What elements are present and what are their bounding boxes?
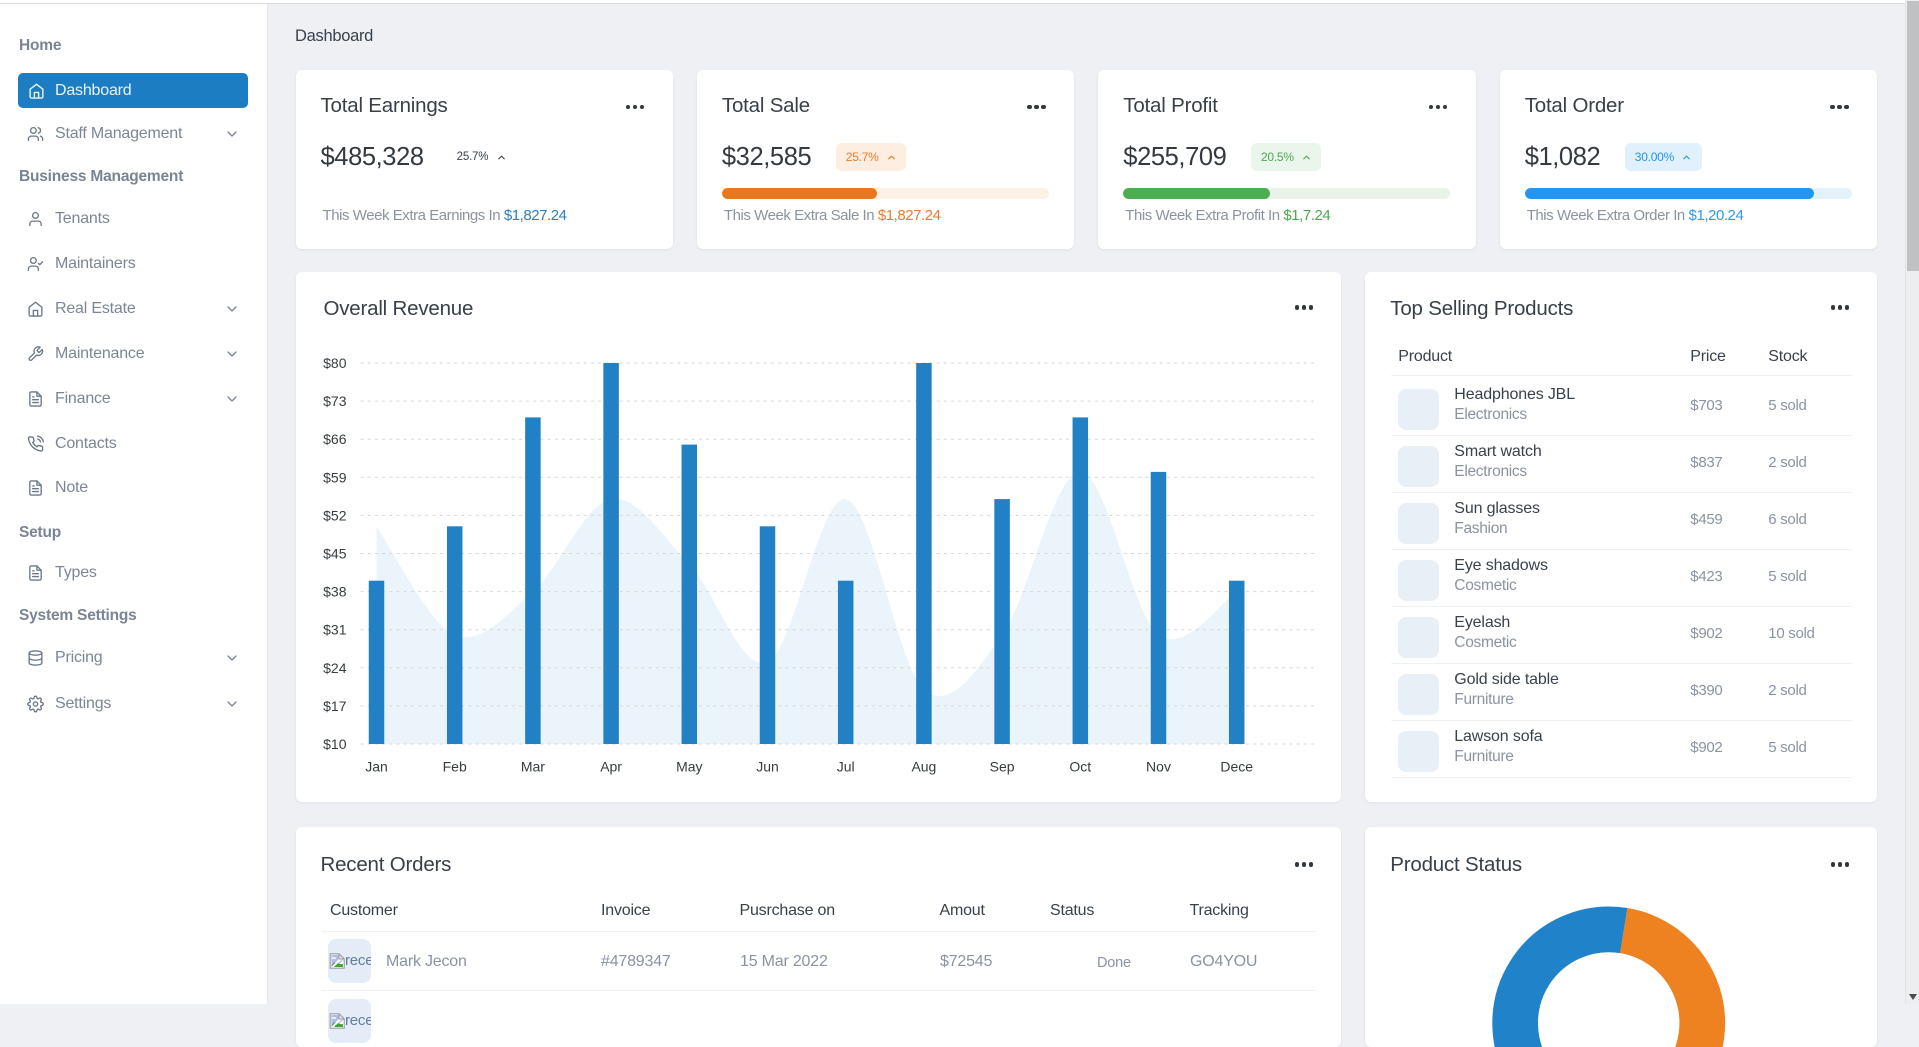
svg-text:$38: $38 bbox=[323, 584, 347, 600]
svg-text:Sep: Sep bbox=[989, 759, 1014, 775]
svg-text:$45: $45 bbox=[323, 546, 347, 562]
svg-text:$31: $31 bbox=[323, 622, 347, 638]
svg-text:Jun: Jun bbox=[756, 759, 779, 775]
svg-text:$10: $10 bbox=[323, 736, 347, 752]
svg-text:$17: $17 bbox=[323, 698, 347, 714]
svg-text:Mar: Mar bbox=[520, 759, 544, 775]
svg-text:$52: $52 bbox=[323, 507, 347, 523]
svg-text:$66: $66 bbox=[323, 431, 347, 447]
svg-text:Dece: Dece bbox=[1220, 759, 1253, 775]
svg-text:Aug: Aug bbox=[911, 759, 936, 775]
svg-text:Jan: Jan bbox=[365, 759, 388, 775]
svg-text:Nov: Nov bbox=[1146, 759, 1171, 775]
svg-text:May: May bbox=[676, 759, 702, 775]
svg-text:Feb: Feb bbox=[442, 759, 466, 775]
svg-text:$80: $80 bbox=[323, 355, 347, 371]
svg-text:Oct: Oct bbox=[1069, 759, 1091, 775]
svg-text:$73: $73 bbox=[323, 393, 347, 409]
svg-text:Jul: Jul bbox=[836, 759, 854, 775]
svg-text:Apr: Apr bbox=[600, 759, 622, 775]
svg-text:$59: $59 bbox=[323, 469, 347, 485]
svg-text:$24: $24 bbox=[323, 660, 347, 676]
